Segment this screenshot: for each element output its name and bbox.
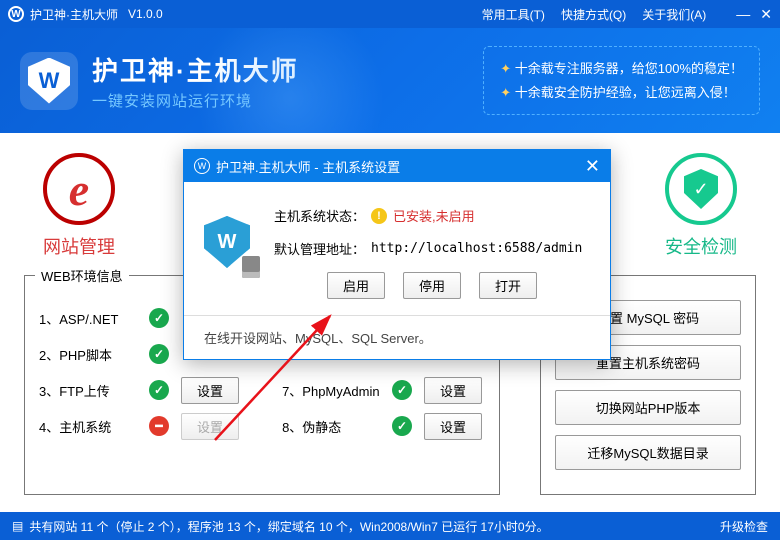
feature-web-manage[interactable]: e 网站管理 bbox=[24, 153, 134, 259]
dialog-footer: 在线开设网站、MySQL、SQL Server。 bbox=[184, 315, 610, 359]
switch-php-button[interactable]: 切换网站PHP版本 bbox=[555, 390, 741, 425]
header-logo-icon: W bbox=[20, 52, 78, 110]
close-button[interactable]: ✕ bbox=[760, 6, 772, 23]
settings-button[interactable]: 设置 bbox=[424, 377, 482, 404]
promo-box: 十余载专注服务器，给您100%的稳定！ 十余载安全防护经验，让您远离入侵！ bbox=[483, 46, 760, 115]
feature-security-label: 安全检测 bbox=[646, 233, 756, 259]
feature-security[interactable]: ✓ 安全检测 bbox=[646, 153, 756, 259]
header-subtitle: 一键安装网站运行环境 bbox=[92, 90, 299, 111]
env-row: 4、主机系统 ━ 设置 bbox=[39, 408, 242, 444]
titlebar-menu: 常用工具(T) 快捷方式(Q) 关于我们(A) bbox=[482, 6, 707, 23]
error-icon: ━ bbox=[149, 416, 169, 436]
ie-icon: e bbox=[43, 153, 115, 225]
env-row: 7、PhpMyAdmin ✓ 设置 bbox=[282, 372, 485, 408]
addr-label: 默认管理地址： bbox=[274, 239, 365, 258]
check-icon: ✓ bbox=[392, 416, 412, 436]
app-version: V1.0.0 bbox=[128, 7, 163, 21]
check-icon: ✓ bbox=[149, 380, 169, 400]
settings-button[interactable]: 设置 bbox=[181, 413, 239, 440]
header-banner: W 护卫神·主机大师 一键安装网站运行环境 十余载专注服务器，给您100%的稳定… bbox=[0, 28, 780, 133]
upgrade-check-link[interactable]: 升级检查 bbox=[720, 518, 768, 535]
check-icon: ✓ bbox=[149, 344, 169, 364]
status-label: 主机系统状态： bbox=[274, 206, 365, 225]
app-logo-icon: W bbox=[8, 6, 24, 22]
env-row: 8、伪静态 ✓ 设置 bbox=[282, 408, 485, 444]
minimize-button[interactable]: — bbox=[736, 6, 750, 23]
addr-value: http://localhost:6588/admin bbox=[371, 241, 582, 256]
open-button[interactable]: 打开 bbox=[479, 272, 537, 299]
header-title: 护卫神·主机大师 bbox=[92, 51, 299, 88]
statusbar: ▤ 共有网站 11 个（停止 2 个），程序池 13 个，绑定域名 10 个，W… bbox=[0, 512, 780, 540]
menu-about[interactable]: 关于我们(A) bbox=[642, 6, 706, 23]
statusbar-text: 共有网站 11 个（停止 2 个），程序池 13 个，绑定域名 10 个，Win… bbox=[29, 518, 548, 535]
enable-button[interactable]: 启用 bbox=[327, 272, 385, 299]
feature-web-label: 网站管理 bbox=[24, 233, 134, 259]
dialog-shield-icon: W bbox=[204, 216, 256, 274]
menu-tools[interactable]: 常用工具(T) bbox=[482, 6, 545, 23]
promo-line-1: 十余载专注服务器，给您100%的稳定！ bbox=[500, 57, 743, 80]
promo-line-2: 十余载安全防护经验，让您远离入侵！ bbox=[500, 81, 743, 104]
host-settings-dialog: W 护卫神.主机大师 - 主机系统设置 ✕ W 主机系统状态： ! 已安装,未启… bbox=[183, 149, 611, 360]
status-value: 已安装,未启用 bbox=[393, 206, 475, 225]
check-icon: ✓ bbox=[149, 308, 169, 328]
dialog-title: 护卫神.主机大师 - 主机系统设置 bbox=[216, 157, 400, 176]
dialog-close-button[interactable]: ✕ bbox=[585, 156, 600, 177]
stop-button[interactable]: 停用 bbox=[403, 272, 461, 299]
menu-shortcuts[interactable]: 快捷方式(Q) bbox=[561, 6, 626, 23]
settings-button[interactable]: 设置 bbox=[181, 377, 239, 404]
env-row: 3、FTP上传 ✓ 设置 bbox=[39, 372, 242, 408]
server-icon bbox=[242, 256, 260, 278]
migrate-mysql-button[interactable]: 迁移MySQL数据目录 bbox=[555, 435, 741, 470]
env-panel-title: WEB环境信息 bbox=[35, 266, 129, 285]
app-name: 护卫神·主机大师 bbox=[30, 6, 118, 23]
settings-button[interactable]: 设置 bbox=[424, 413, 482, 440]
dialog-titlebar: W 护卫神.主机大师 - 主机系统设置 ✕ bbox=[184, 150, 610, 182]
statusbar-icon: ▤ bbox=[12, 519, 23, 533]
warning-icon: ! bbox=[371, 208, 387, 224]
titlebar: W 护卫神·主机大师 V1.0.0 常用工具(T) 快捷方式(Q) 关于我们(A… bbox=[0, 0, 780, 28]
dialog-logo-icon: W bbox=[194, 158, 210, 174]
shield-icon: ✓ bbox=[665, 153, 737, 225]
check-icon: ✓ bbox=[392, 380, 412, 400]
